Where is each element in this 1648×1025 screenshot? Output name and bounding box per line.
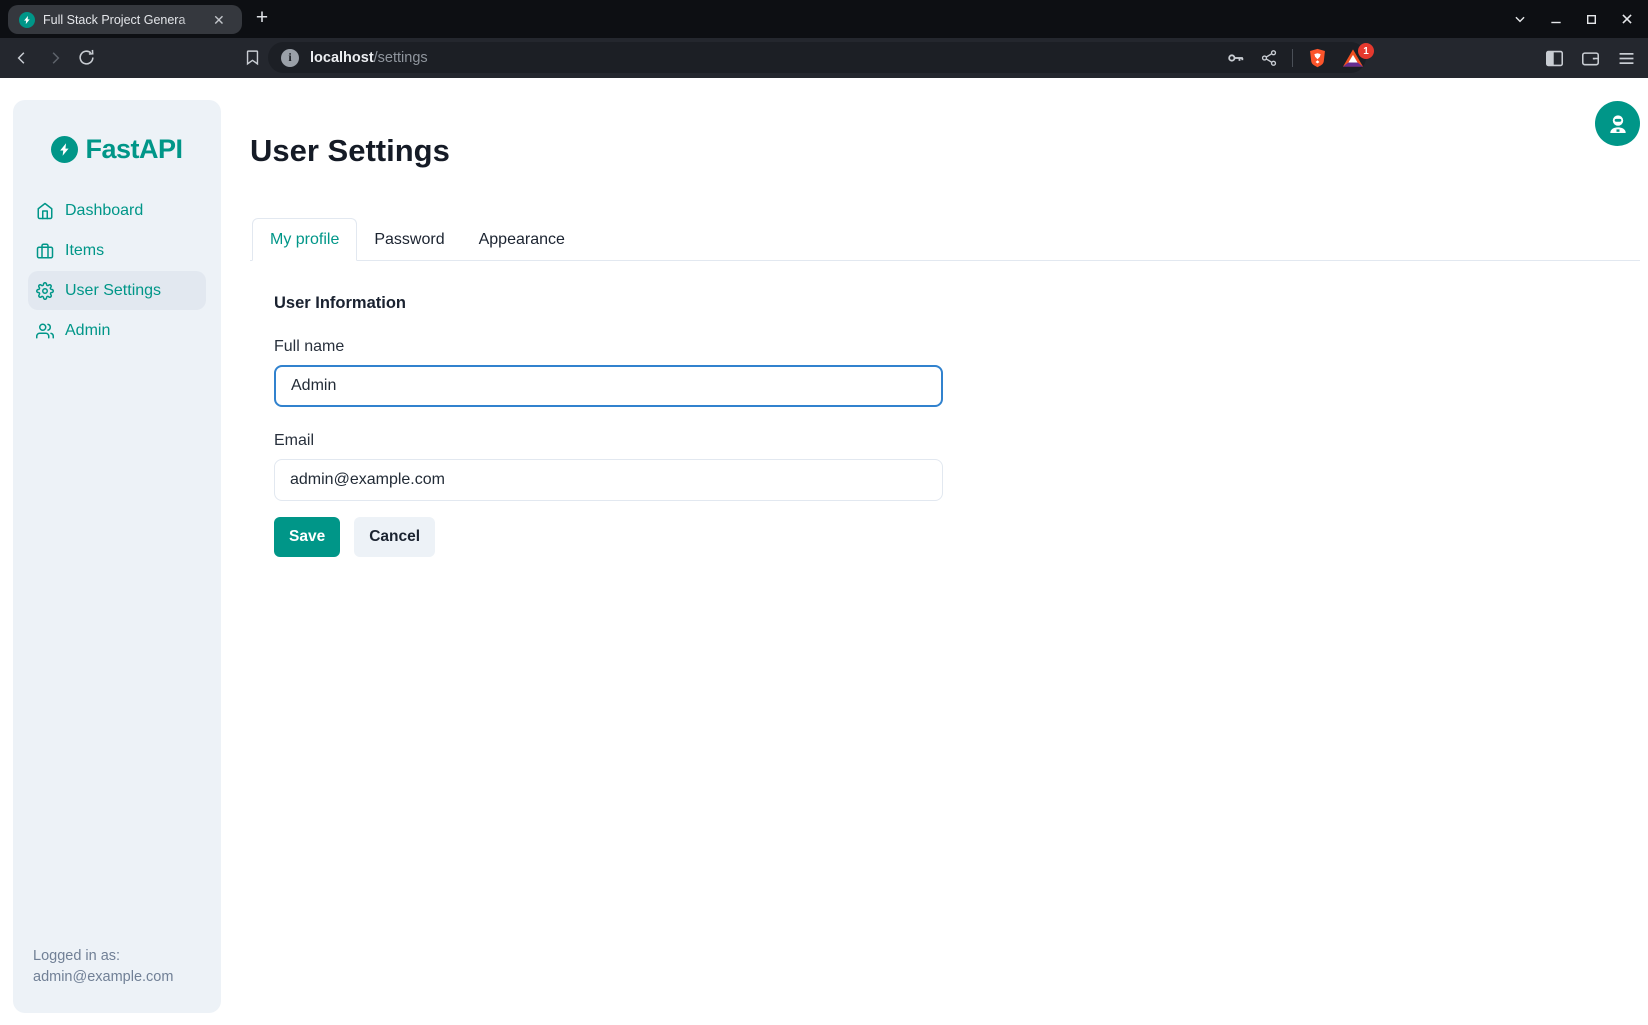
browser-tab[interactable]: Full Stack Project Genera ✕ (8, 5, 242, 34)
page-title: User Settings (250, 133, 1640, 169)
bookmark-icon[interactable] (244, 48, 261, 67)
briefcase-icon (36, 242, 54, 260)
sidebar-item-label: Dashboard (65, 202, 143, 220)
email-label: Email (274, 432, 1640, 450)
sidebar-item-label: User Settings (65, 282, 161, 300)
minimize-icon[interactable] (1549, 12, 1563, 26)
maximize-icon[interactable] (1585, 13, 1598, 26)
users-icon (36, 322, 54, 340)
save-button[interactable]: Save (274, 517, 340, 557)
brave-shield-icon[interactable] (1307, 47, 1328, 69)
logo-text: FastAPI (85, 134, 182, 165)
tab-close-icon[interactable]: ✕ (213, 13, 225, 27)
sidebar-item-label: Admin (65, 322, 110, 340)
sidebar-item-label: Items (65, 242, 104, 260)
forward-icon[interactable] (46, 49, 64, 67)
sidebar-item-dashboard[interactable]: Dashboard (28, 191, 206, 230)
wallet-icon[interactable] (1581, 50, 1600, 67)
full-name-label: Full name (274, 338, 1640, 356)
rewards-notification-badge: 1 (1358, 43, 1374, 59)
tab-title-fade (177, 13, 211, 27)
sidebar-nav: Dashboard Items User Settings Admin (13, 191, 221, 350)
sidebar: FastAPI Dashboard Items User Settings A (13, 100, 221, 1013)
main-content: User Settings My profile Password Appear… (250, 78, 1640, 557)
site-info-icon[interactable]: i (281, 49, 299, 67)
tab-search-chevron-icon[interactable] (1513, 12, 1527, 26)
sidebar-item-user-settings[interactable]: User Settings (28, 271, 206, 310)
section-title: User Information (274, 294, 1640, 313)
toolbar-divider (1292, 49, 1293, 67)
browser-toolbar: i localhost/settings 1 (0, 38, 1648, 78)
app-page: FastAPI Dashboard Items User Settings A (0, 78, 1648, 1025)
settings-tabs: My profile Password Appearance (250, 218, 1640, 261)
gear-icon (36, 282, 54, 300)
url-bar[interactable]: i localhost/settings 1 (268, 42, 1366, 73)
home-icon (36, 202, 54, 220)
password-key-icon[interactable] (1226, 48, 1246, 68)
cancel-button[interactable]: Cancel (354, 517, 435, 557)
tab-password[interactable]: Password (357, 218, 461, 261)
logged-in-as: Logged in as: admin@example.com (33, 946, 173, 988)
email-input[interactable] (274, 459, 943, 501)
fastapi-bolt-icon (51, 136, 78, 163)
back-icon[interactable] (13, 49, 31, 67)
new-tab-button[interactable]: + (250, 7, 274, 31)
sidebar-toggle-icon[interactable] (1545, 50, 1564, 67)
sidebar-item-items[interactable]: Items (28, 231, 206, 270)
full-name-input[interactable] (274, 365, 943, 407)
form-actions: Save Cancel (274, 517, 1640, 557)
url-text: localhost/settings (310, 50, 428, 66)
browser-tab-bar: Full Stack Project Genera ✕ + (0, 0, 1648, 38)
menu-hamburger-icon[interactable] (1617, 50, 1636, 67)
tab-appearance[interactable]: Appearance (462, 218, 582, 261)
close-window-icon[interactable] (1620, 12, 1634, 26)
fastapi-logo: FastAPI (13, 134, 221, 165)
share-icon[interactable] (1260, 49, 1278, 67)
reload-icon[interactable] (77, 48, 96, 67)
browser-window: Full Stack Project Genera ✕ + (0, 0, 1648, 1025)
tab-title: Full Stack Project Genera (43, 13, 211, 27)
fastapi-favicon-icon (19, 12, 35, 28)
tab-my-profile[interactable]: My profile (252, 218, 357, 261)
sidebar-item-admin[interactable]: Admin (28, 311, 206, 350)
profile-panel: User Information Full name Email Save Ca… (250, 294, 1640, 557)
